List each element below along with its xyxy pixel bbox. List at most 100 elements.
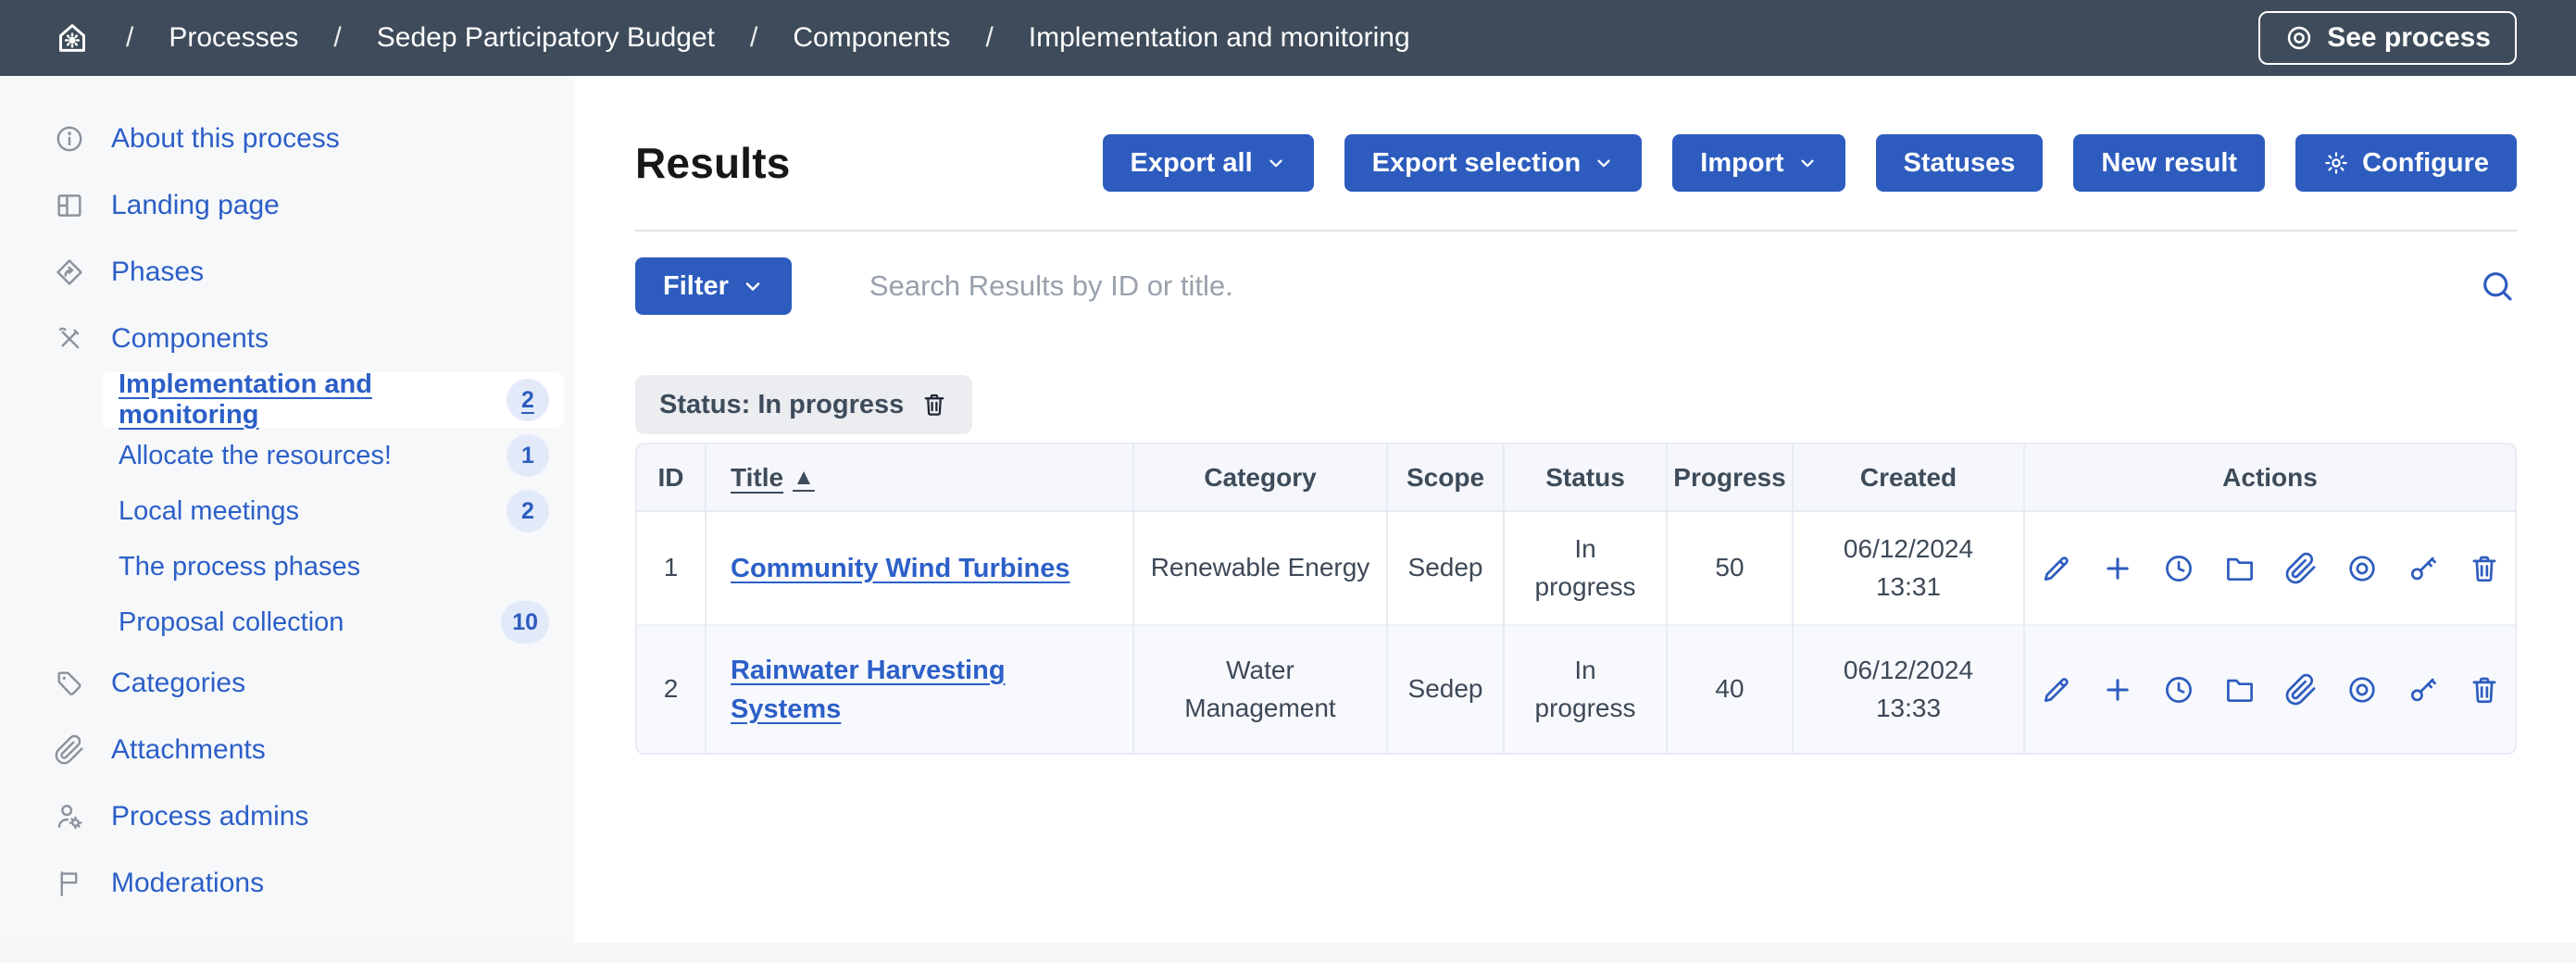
new-result-button[interactable]: New result (2073, 134, 2265, 192)
sidebar-item-components[interactable]: Components (0, 306, 575, 372)
sidebar-item-attachments[interactable]: Attachments (0, 717, 575, 783)
paperclip-icon (2284, 552, 2318, 585)
table-header-row: ID Title▲ Category Scope Status Progress… (637, 444, 2515, 511)
status-filter-label: Status: In progress (659, 390, 904, 420)
sort-by-title-link[interactable]: Title▲ (731, 463, 815, 493)
result-progress: 50 (1667, 511, 1793, 625)
sidebar-subitem-the-process-phases[interactable]: The process phases (102, 539, 564, 594)
home-button[interactable] (54, 19, 91, 56)
edit-button[interactable] (2040, 552, 2073, 585)
add-button[interactable] (2101, 673, 2134, 707)
search-icon[interactable] (2478, 267, 2517, 306)
home-gear-icon (54, 19, 91, 56)
results-header: Results Export all Export selection Impo… (635, 132, 2517, 194)
sidebar-item-label: Process admins (111, 801, 308, 832)
sidebar-item-label: Phases (111, 256, 204, 288)
sidebar-item-categories[interactable]: Categories (0, 650, 575, 717)
sidebar-subitem-label: Allocate the resources! (119, 441, 506, 471)
result-status: In progress (1504, 511, 1667, 625)
trash-icon[interactable] (920, 391, 948, 419)
delete-button[interactable] (2468, 552, 2501, 585)
preview-button[interactable] (2345, 673, 2379, 707)
sidebar-subitem-implementation-and-monitoring[interactable]: Implementation and monitoring 2 (102, 372, 564, 428)
pencil-icon (2040, 673, 2073, 707)
sidebar-item-label: Attachments (111, 734, 266, 766)
sidebar-subitem-allocate-the-resources[interactable]: Allocate the resources! 1 (102, 428, 564, 483)
search-input[interactable] (869, 269, 2459, 303)
eye-icon (2345, 552, 2379, 585)
sort-asc-icon: ▲ (793, 465, 815, 491)
status-filter-chip: Status: In progress (635, 375, 972, 434)
permissions-button[interactable] (2407, 552, 2440, 585)
edit-button[interactable] (2040, 673, 2073, 707)
result-title-cell: Community Wind Turbines (706, 511, 1133, 625)
result-title-cell: Rainwater Harvesting Systems (706, 625, 1133, 753)
clock-icon (2162, 673, 2195, 707)
export-selection-button[interactable]: Export selection (1344, 134, 1643, 192)
see-process-label: See process (2327, 22, 2491, 54)
sidebar-item-label: Components (111, 323, 269, 355)
result-title-link[interactable]: Community Wind Turbines (731, 549, 1070, 588)
count-badge: 10 (501, 601, 549, 644)
delete-button[interactable] (2468, 673, 2501, 707)
folder-icon (2223, 552, 2257, 585)
result-title-link[interactable]: Rainwater Harvesting Systems (731, 651, 1045, 729)
breadcrumb-current-component[interactable]: Implementation and monitoring (1029, 22, 1410, 54)
sidebar-item-landing-page[interactable]: Landing page (0, 172, 575, 239)
eye-icon (2345, 673, 2379, 707)
folder-button[interactable] (2223, 552, 2257, 585)
footer-strip (0, 943, 2576, 963)
permissions-button[interactable] (2407, 673, 2440, 707)
result-actions-cell (2024, 511, 2515, 625)
sidebar-item-label: Landing page (111, 190, 280, 221)
attachments-button[interactable] (2284, 552, 2318, 585)
configure-button[interactable]: Configure (2295, 134, 2517, 192)
folder-icon (2223, 673, 2257, 707)
chevron-down-icon (1797, 153, 1818, 173)
eye-icon (2284, 23, 2314, 53)
header-title: Title▲ (706, 444, 1133, 511)
breadcrumb-separator: / (126, 22, 133, 54)
sidebar-item-phases[interactable]: Phases (0, 239, 575, 306)
header-scope: Scope (1387, 444, 1504, 511)
breadcrumb-components[interactable]: Components (793, 22, 950, 54)
pencil-icon (2040, 552, 2073, 585)
sidebar-item-label: Categories (111, 668, 245, 699)
result-created: 06/12/202413:31 (1793, 511, 2024, 625)
preview-button[interactable] (2345, 552, 2379, 585)
sidebar-subitem-proposal-collection[interactable]: Proposal collection 10 (102, 594, 564, 650)
table-row: 1 Community Wind Turbines Renewable Ener… (637, 511, 2515, 625)
breadcrumb-process-name[interactable]: Sedep Participatory Budget (377, 22, 715, 54)
filter-search-row: Filter (635, 256, 2517, 316)
sidebar-item-moderations[interactable]: Moderations (0, 850, 575, 917)
import-button[interactable]: Import (1672, 134, 1844, 192)
folder-button[interactable] (2223, 673, 2257, 707)
result-category: Renewable Energy (1133, 511, 1387, 625)
user-gear-icon (54, 801, 85, 832)
gear-icon (2323, 150, 2349, 176)
breadcrumb-processes[interactable]: Processes (169, 22, 298, 54)
layout-icon (54, 190, 85, 221)
sidebar-item-label: Moderations (111, 868, 264, 899)
plus-icon (2101, 552, 2134, 585)
export-all-button[interactable]: Export all (1103, 134, 1314, 192)
key-icon (2407, 673, 2440, 707)
count-badge: 2 (506, 379, 549, 421)
attachments-button[interactable] (2284, 673, 2318, 707)
add-button[interactable] (2101, 552, 2134, 585)
result-created: 06/12/202413:33 (1793, 625, 2024, 753)
history-button[interactable] (2162, 552, 2195, 585)
sidebar-subitem-local-meetings[interactable]: Local meetings 2 (102, 483, 564, 539)
sidebar-subitem-label: Local meetings (119, 496, 506, 527)
see-process-button[interactable]: See process (2258, 11, 2517, 65)
results-toolbar: Export all Export selection Import Statu… (1103, 134, 2518, 192)
trash-icon (2468, 673, 2501, 707)
header-category: Category (1133, 444, 1387, 511)
result-id: 2 (637, 625, 706, 753)
history-button[interactable] (2162, 673, 2195, 707)
result-status: In progress (1504, 625, 1667, 753)
sidebar-item-about-this-process[interactable]: About this process (0, 106, 575, 172)
filter-button[interactable]: Filter (635, 257, 792, 315)
statuses-button[interactable]: Statuses (1876, 134, 2044, 192)
sidebar-item-process-admins[interactable]: Process admins (0, 783, 575, 850)
